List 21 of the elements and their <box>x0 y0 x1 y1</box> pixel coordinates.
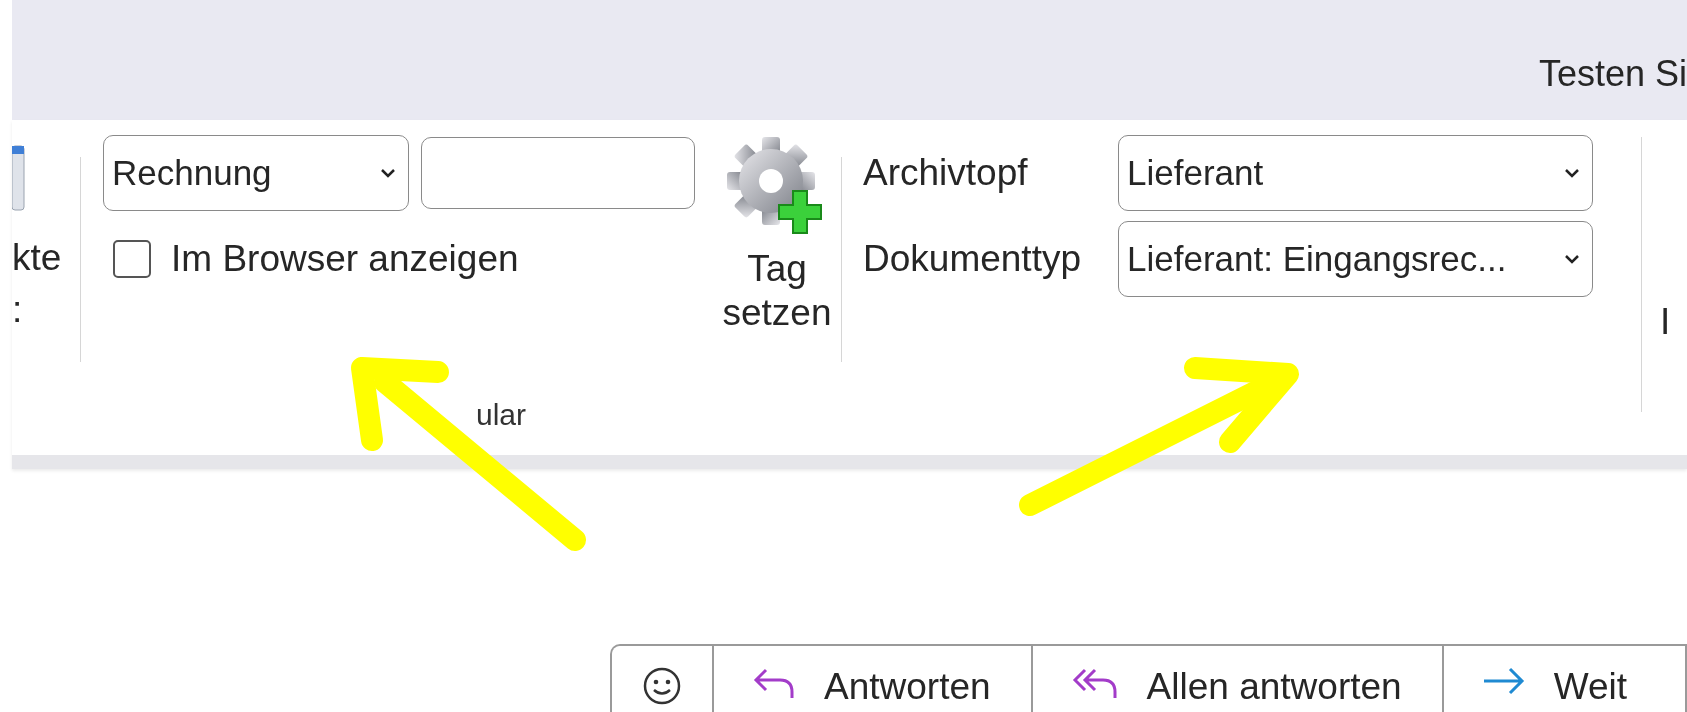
archive-dropdown[interactable]: Lieferant <box>1118 135 1593 211</box>
chevron-icon <box>1564 254 1580 264</box>
tag-input-field[interactable] <box>421 137 695 209</box>
window-title: Testen Si <box>1538 52 1687 95</box>
ribbon-label: : <box>12 288 23 333</box>
reply-icon <box>752 666 796 700</box>
ribbon-label: kte <box>12 236 62 280</box>
forward-icon <box>1481 666 1526 696</box>
field-label: Archivtopf <box>863 150 1029 195</box>
chevron-icon <box>380 168 396 178</box>
checkbox-label: Im Browser anzeigen <box>171 237 519 281</box>
type-dropdown[interactable]: Rechnung <box>103 135 409 211</box>
ribbon-label: I <box>1660 301 1671 342</box>
group-label: ular <box>476 397 528 432</box>
checkbox[interactable] <box>113 240 151 279</box>
smiley-icon <box>642 666 682 706</box>
field-label: Dokumenttyp <box>863 236 1082 281</box>
archive-dropdown[interactable]: Lieferant: Eingangsrec... <box>1118 221 1593 297</box>
reply-all-icon <box>1070 666 1119 700</box>
set-tag-button[interactable]: Tag setzen <box>721 135 833 336</box>
chevron-icon <box>1564 168 1580 178</box>
